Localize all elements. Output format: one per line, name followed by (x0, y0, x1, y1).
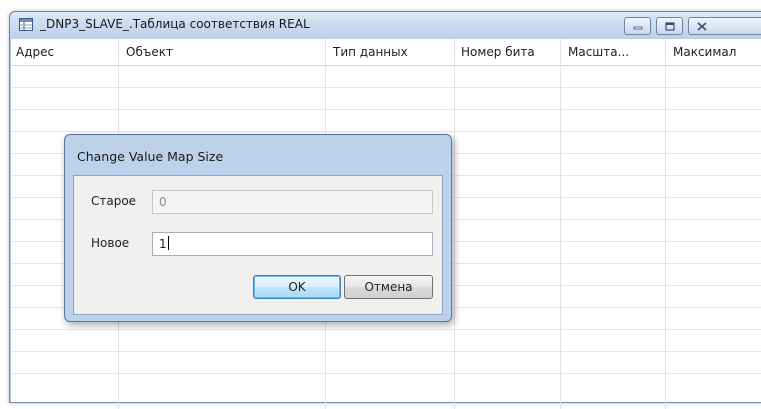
change-value-map-size-dialog: Change Value Map Size Старое 0 Новое 1 O… (64, 134, 452, 322)
title-bar[interactable]: _DNP3_SLAVE_.Таблица соответствия REAL (10, 12, 761, 38)
text-caret (167, 236, 169, 250)
ok-button[interactable]: OK (253, 275, 341, 299)
column-header-bit-number[interactable]: Номер бита (456, 39, 561, 65)
column-header-object[interactable]: Объект (121, 39, 325, 65)
row-divider (11, 329, 761, 330)
table-icon (19, 18, 33, 31)
row-divider (11, 131, 761, 132)
old-size-label: Старое (91, 194, 137, 208)
new-size-value: 1 (159, 237, 167, 251)
column-divider (454, 39, 455, 409)
grid-header: Адрес Объект Тип данных Номер бита Масшт… (11, 39, 761, 66)
row-divider (11, 109, 761, 110)
minimize-button[interactable] (624, 17, 651, 35)
column-header-maximum[interactable]: Максимал (668, 39, 761, 65)
new-size-label: Новое (91, 236, 130, 250)
row-divider (11, 373, 761, 374)
column-divider (665, 39, 666, 409)
minimize-icon (633, 26, 642, 30)
close-button[interactable] (688, 17, 761, 35)
maximize-button[interactable] (656, 17, 683, 35)
row-divider (11, 87, 761, 88)
old-size-value: 0 (159, 195, 167, 209)
dialog-title: Change Value Map Size (77, 149, 224, 164)
new-size-field[interactable]: 1 (152, 232, 433, 256)
dialog-body: Старое 0 Новое 1 OK Отмена (73, 175, 443, 315)
maximize-icon (664, 21, 675, 31)
column-divider (560, 39, 561, 409)
window-title: _DNP3_SLAVE_.Таблица соответствия REAL (40, 17, 310, 31)
close-icon (697, 21, 707, 31)
column-header-data-type[interactable]: Тип данных (328, 39, 454, 65)
column-header-address[interactable]: Адрес (11, 39, 118, 65)
column-header-scale[interactable]: Масшта... (563, 39, 666, 65)
old-size-field: 0 (152, 190, 433, 214)
cancel-button[interactable]: Отмена (344, 275, 433, 299)
row-divider (11, 351, 761, 352)
